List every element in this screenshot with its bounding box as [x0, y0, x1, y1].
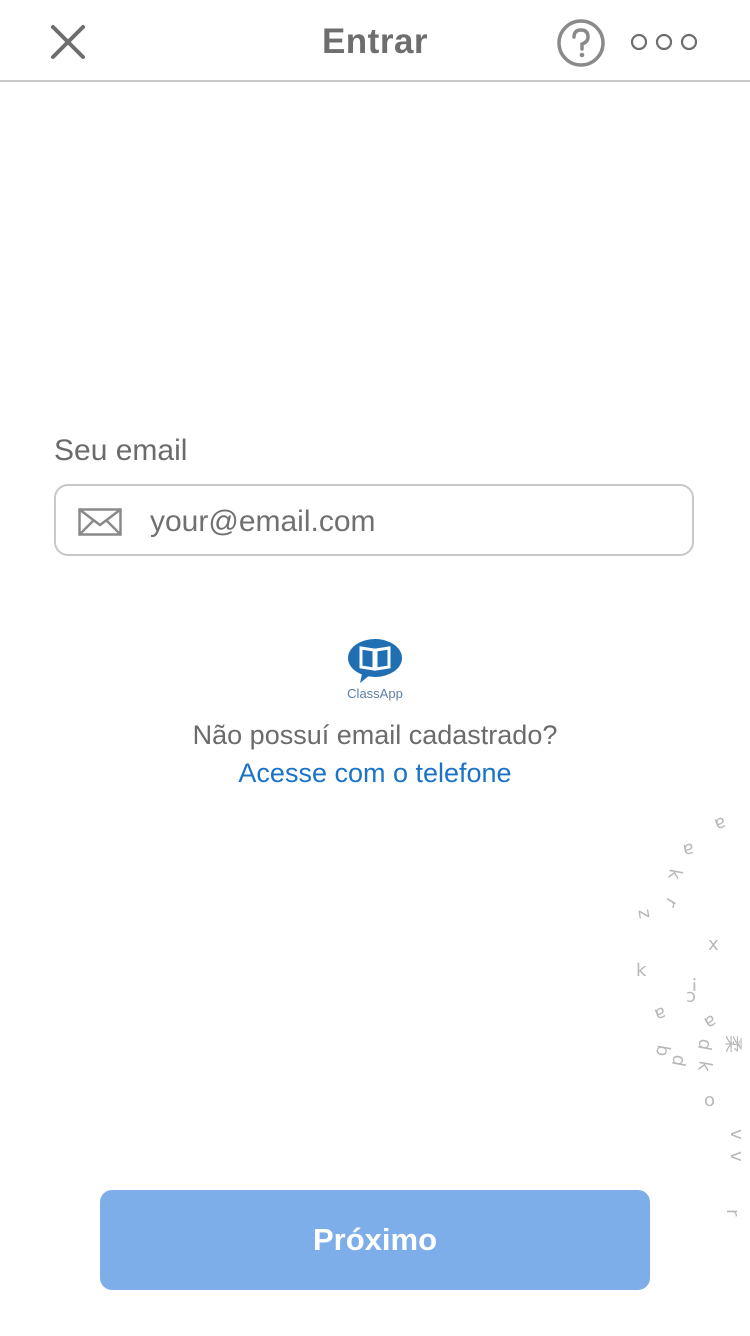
- svg-text:k: k: [663, 867, 686, 881]
- help-circle-icon: [557, 19, 605, 67]
- classapp-logo-icon: [348, 639, 402, 683]
- decorative-letters: a a k r z x k ! c a a 柔 d b d k o v v r: [633, 812, 747, 1217]
- svg-text:柔: 柔: [722, 1035, 743, 1053]
- phone-login-link[interactable]: Acesse com o telefone: [0, 758, 750, 789]
- help-button[interactable]: [556, 18, 606, 68]
- svg-text:d: d: [667, 1053, 690, 1068]
- classapp-logo: ClassApp: [340, 638, 410, 702]
- email-input[interactable]: [148, 496, 672, 548]
- svg-text:a: a: [700, 1010, 720, 1034]
- svg-text:a: a: [652, 1002, 670, 1026]
- svg-text:z: z: [633, 907, 655, 920]
- envelope-icon: [78, 508, 122, 536]
- more-options-button[interactable]: [630, 32, 698, 52]
- email-field[interactable]: [54, 484, 694, 556]
- svg-text:k: k: [693, 1059, 716, 1073]
- svg-text:r: r: [722, 1209, 743, 1217]
- svg-text:x: x: [708, 934, 719, 955]
- svg-text:a: a: [681, 838, 696, 861]
- svg-text:o: o: [704, 1090, 715, 1111]
- svg-text:d: d: [693, 1037, 716, 1052]
- svg-text:c: c: [686, 987, 696, 1008]
- header-bar: Entrar: [0, 0, 750, 82]
- no-email-text: Não possuí email cadastrado?: [192, 720, 558, 750]
- svg-text:v: v: [726, 1151, 747, 1162]
- svg-text:k: k: [636, 960, 647, 981]
- svg-text:r: r: [660, 894, 682, 911]
- email-label: Seu email: [54, 434, 188, 467]
- next-button[interactable]: Próximo: [100, 1190, 650, 1290]
- logo-text: ClassApp: [347, 686, 403, 701]
- more-dots-icon: [630, 33, 698, 51]
- svg-text:v: v: [726, 1129, 747, 1140]
- svg-text:a: a: [712, 812, 730, 836]
